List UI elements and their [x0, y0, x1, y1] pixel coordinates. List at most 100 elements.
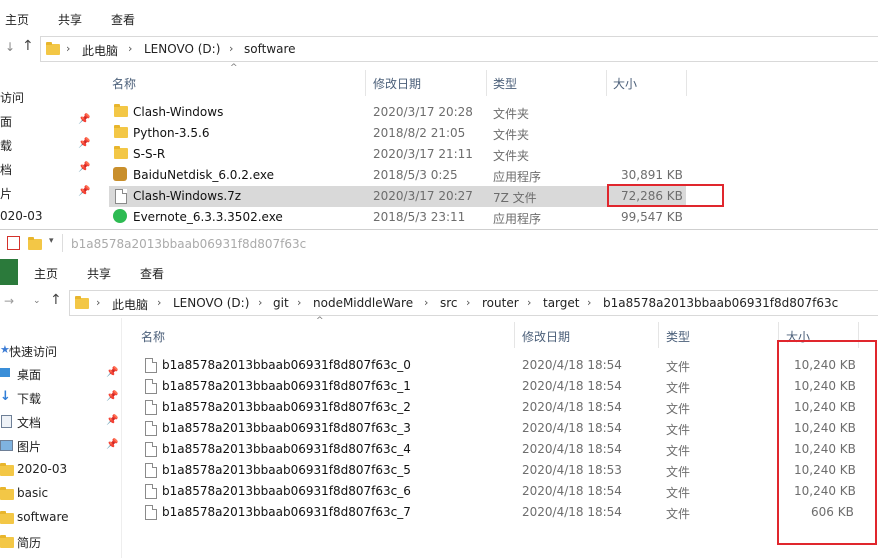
folder-icon — [0, 463, 14, 476]
pane-divider[interactable] — [121, 318, 122, 558]
column-divider[interactable] — [514, 322, 515, 348]
tab-view[interactable]: 查看 — [140, 265, 164, 282]
file-name: Clash-Windows — [133, 105, 224, 119]
tab-share[interactable]: 共享 — [58, 11, 82, 28]
divider — [62, 234, 63, 252]
file-name: Clash-Windows.7z — [133, 189, 242, 203]
pin-icon: 📌 — [106, 415, 119, 426]
file-date: 2020/4/18 18:54 — [522, 484, 622, 498]
sidebar-item-documents[interactable]: 档 — [0, 161, 12, 178]
up-icon[interactable]: ↑ — [22, 38, 34, 54]
file-type: 文件 — [666, 402, 691, 416]
sidebar-item-software[interactable]: software — [17, 510, 69, 524]
breadcrumb-nodemiddleware[interactable]: nodeMiddleWare — [313, 296, 413, 310]
file-type: 文件 — [666, 423, 691, 437]
desktop-icon — [0, 368, 10, 377]
tab-home[interactable]: 主页 — [34, 265, 58, 282]
column-divider[interactable] — [486, 70, 487, 96]
column-date[interactable]: 修改日期 — [373, 75, 421, 92]
column-divider[interactable] — [606, 70, 607, 96]
column-size[interactable]: 大小 — [613, 75, 637, 92]
breadcrumb-this-pc[interactable]: 此电脑 — [112, 296, 148, 313]
file-type: 文件 — [666, 465, 691, 479]
file-name: b1a8578a2013bbaab06931f8d807f63c_5 — [162, 463, 411, 477]
pin-icon: 📌 — [78, 162, 91, 173]
sidebar-item-documents[interactable]: 文档 — [17, 414, 41, 431]
column-type[interactable]: 类型 — [666, 328, 690, 345]
tab-share[interactable]: 共享 — [87, 265, 111, 282]
file-icon — [145, 379, 157, 394]
sidebar-item-pictures[interactable]: 图片 — [17, 438, 41, 455]
up-icon[interactable]: ↑ — [50, 292, 62, 308]
file-type: 应用程序 — [493, 170, 542, 184]
properties-icon[interactable] — [7, 236, 20, 250]
column-divider[interactable] — [686, 70, 687, 96]
file-name: b1a8578a2013bbaab06931f8d807f63c_3 — [162, 421, 411, 435]
dropdown-icon[interactable]: ▾ — [49, 236, 54, 246]
breadcrumb-drive[interactable]: LENOVO (D:) — [173, 296, 249, 310]
breadcrumb-target[interactable]: target — [543, 296, 580, 310]
folder-icon — [114, 125, 128, 138]
breadcrumb-this-pc[interactable]: 此电脑 — [82, 42, 118, 59]
tab-view[interactable]: 查看 — [111, 11, 135, 28]
folder-icon[interactable] — [28, 237, 42, 250]
download-icon: ↓ — [0, 389, 11, 404]
sort-up-icon: ^ — [230, 63, 238, 73]
recent-dropdown-icon[interactable]: ⌄ — [33, 296, 41, 306]
sidebar-item-quick-access[interactable]: 访问 — [0, 89, 24, 106]
file-icon — [145, 505, 157, 520]
breadcrumb-current-folder[interactable]: b1a8578a2013bbaab06931f8d807f63c — [603, 296, 838, 310]
file-name: b1a8578a2013bbaab06931f8d807f63c_6 — [162, 484, 411, 498]
breadcrumb-router[interactable]: router — [482, 296, 519, 310]
sidebar-item-2020-03[interactable]: 020-03 — [0, 209, 43, 223]
file-type: 文件 — [666, 360, 691, 374]
window-frame — [0, 229, 878, 559]
up-arrow-icon[interactable]: ↓ — [5, 40, 15, 54]
folder-icon — [0, 535, 14, 548]
breadcrumb-src[interactable]: src — [440, 296, 458, 310]
pin-icon: 📌 — [106, 439, 119, 450]
file-name: b1a8578a2013bbaab06931f8d807f63c_7 — [162, 505, 411, 519]
breadcrumb-git[interactable]: git — [273, 296, 289, 310]
file-type: 文件夹 — [493, 128, 530, 142]
chevron-right-icon: › — [587, 296, 592, 309]
file-date: 2020/4/18 18:54 — [522, 442, 622, 456]
sidebar-item-desktop[interactable]: 桌面 — [17, 366, 41, 383]
file-date: 2020/3/17 21:11 — [373, 147, 473, 161]
file-name: b1a8578a2013bbaab06931f8d807f63c_4 — [162, 442, 411, 456]
file-size: 30,891 KB — [621, 168, 683, 182]
sidebar-item-downloads[interactable]: 下载 — [17, 390, 41, 407]
file-type: 7Z 文件 — [493, 191, 537, 205]
column-divider[interactable] — [365, 70, 366, 96]
folder-icon — [75, 296, 89, 309]
file-date: 2018/5/3 23:11 — [373, 210, 466, 224]
sidebar-item-pictures[interactable]: 片 — [0, 185, 12, 202]
pin-icon: 📌 — [78, 138, 91, 149]
file-date: 2018/5/3 0:25 — [373, 168, 458, 182]
installer-icon — [113, 167, 127, 181]
sort-up-icon: ^ — [316, 316, 324, 326]
sidebar-item-basic[interactable]: basic — [17, 486, 48, 500]
tab-home[interactable]: 主页 — [5, 11, 29, 28]
breadcrumb-software[interactable]: software — [244, 42, 296, 56]
sidebar-item-resume[interactable]: 简历 — [17, 534, 41, 551]
column-date[interactable]: 修改日期 — [522, 328, 570, 345]
sidebar-item-desktop[interactable]: 面 — [0, 113, 12, 130]
column-type[interactable]: 类型 — [493, 75, 517, 92]
breadcrumb-drive[interactable]: LENOVO (D:) — [144, 42, 220, 56]
column-name[interactable]: 名称 — [141, 328, 165, 345]
file-type: 文件夹 — [493, 149, 530, 163]
sidebar-item-downloads[interactable]: 载 — [0, 137, 12, 154]
column-divider[interactable] — [658, 322, 659, 348]
sidebar-item-quick-access[interactable]: 快速访问 — [9, 343, 57, 360]
file-tab[interactable] — [0, 259, 18, 285]
file-name: b1a8578a2013bbaab06931f8d807f63c_0 — [162, 358, 411, 372]
file-icon — [115, 189, 127, 204]
column-name[interactable]: 名称 — [112, 75, 136, 92]
forward-icon[interactable]: → — [4, 294, 14, 308]
file-name: BaiduNetdisk_6.0.2.exe — [133, 168, 274, 182]
file-type: 文件 — [666, 381, 691, 395]
sidebar-item-2020-03[interactable]: 2020-03 — [17, 462, 67, 476]
folder-icon — [114, 104, 128, 117]
folder-icon — [46, 42, 60, 55]
